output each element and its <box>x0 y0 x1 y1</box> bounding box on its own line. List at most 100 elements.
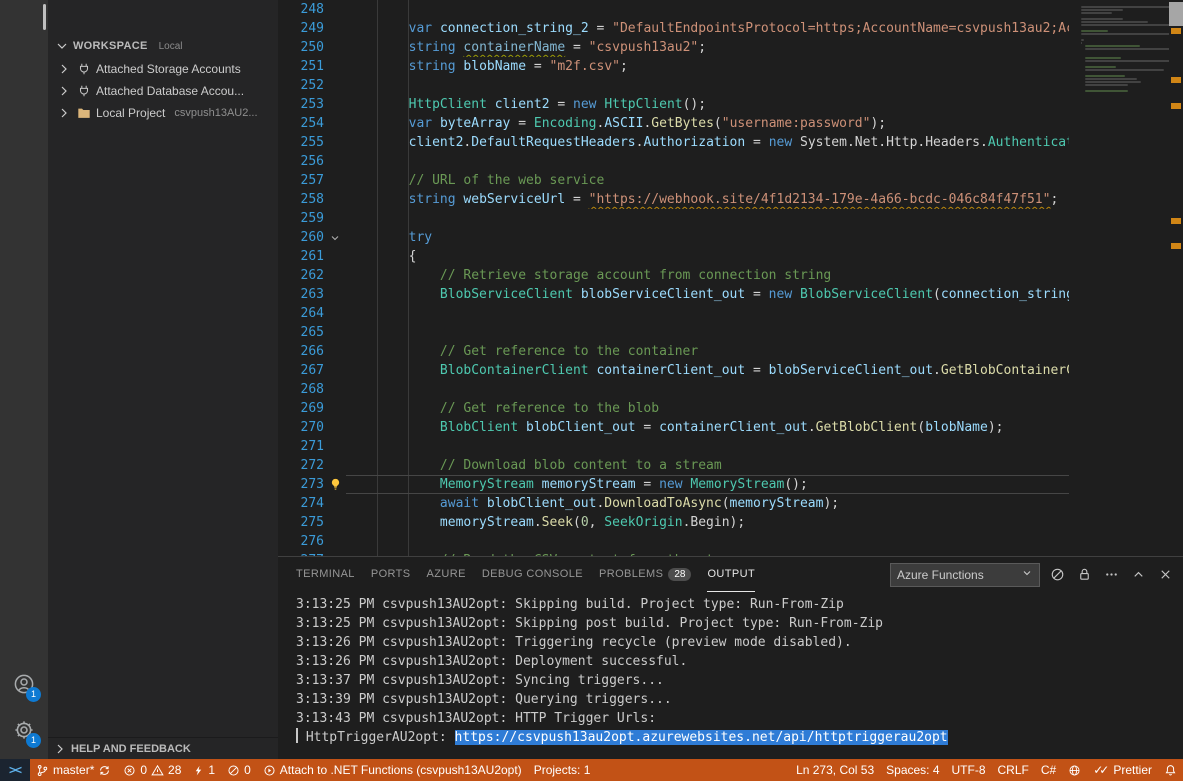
line-number[interactable]: 274 <box>278 494 324 513</box>
line-number[interactable]: 249 <box>278 19 324 38</box>
code-text[interactable] <box>346 532 1069 551</box>
more-actions-icon[interactable] <box>1101 565 1121 585</box>
code-text[interactable]: string containerName = "csvpush13au2"; <box>346 38 1069 57</box>
output-channel-select[interactable]: Azure Functions <box>890 563 1040 587</box>
sidebar-item-attached-storage-accounts[interactable]: Attached Storage Accounts <box>48 58 278 80</box>
code-text[interactable] <box>346 76 1069 95</box>
code-text[interactable]: client2.DefaultRequestHeaders.Authorizat… <box>346 133 1069 152</box>
eol-status[interactable]: CRLF <box>992 759 1035 781</box>
lightbulb-icon[interactable] <box>324 475 346 494</box>
fold-icon[interactable] <box>324 228 346 247</box>
code-text[interactable]: string blobName = "m2f.csv"; <box>346 57 1069 76</box>
line-number[interactable]: 262 <box>278 266 324 285</box>
line-number[interactable]: 253 <box>278 95 324 114</box>
functions-status[interactable]: 1 <box>187 759 221 781</box>
code-text[interactable]: BlobContainerClient containerClient_out … <box>346 361 1069 380</box>
help-feedback-section[interactable]: HELP AND FEEDBACK <box>48 737 278 759</box>
panel-tab-ports[interactable]: PORTS <box>371 557 411 592</box>
line-number[interactable]: 276 <box>278 532 324 551</box>
code-text[interactable]: // Download blob content to a stream <box>346 456 1069 475</box>
code-text[interactable]: // Get reference to the blob <box>346 399 1069 418</box>
attach-debugger-status[interactable]: Attach to .NET Functions (csvpush13AU2op… <box>257 759 528 781</box>
line-number[interactable]: 265 <box>278 323 324 342</box>
panel-tab-problems[interactable]: PROBLEMS28 <box>599 557 691 592</box>
prettier-status[interactable]: ✓✓ Prettier <box>1087 759 1158 781</box>
line-number[interactable]: 268 <box>278 380 324 399</box>
line-number[interactable]: 264 <box>278 304 324 323</box>
panel-tab-debug-console[interactable]: DEBUG CONSOLE <box>482 557 583 592</box>
language-status[interactable]: C# <box>1035 759 1062 781</box>
indentation-status[interactable]: Spaces: 4 <box>880 759 945 781</box>
code-text[interactable]: var byteArray = Encoding.ASCII.GetBytes(… <box>346 114 1069 133</box>
code-text[interactable]: memoryStream.Seek(0, SeekOrigin.Begin); <box>346 513 1069 532</box>
line-number[interactable]: 261 <box>278 247 324 266</box>
remote-indicator[interactable]: >< <box>0 759 30 781</box>
code-text[interactable]: // Read the CSV content from the stream <box>346 551 1069 556</box>
line-number[interactable]: 251 <box>278 57 324 76</box>
sidebar-item-local-project[interactable]: Local Projectcsvpush13AU2... <box>48 102 278 124</box>
code-text[interactable] <box>346 0 1069 19</box>
line-number[interactable]: 275 <box>278 513 324 532</box>
line-number[interactable]: 260 <box>278 228 324 247</box>
code-text[interactable]: await blobClient_out.DownloadToAsync(mem… <box>346 494 1069 513</box>
code-text[interactable] <box>346 323 1069 342</box>
code-editor[interactable]: 248249 var connection_string_2 = "Defaul… <box>278 0 1183 556</box>
sidebar-item-attached-database-accou[interactable]: Attached Database Accou... <box>48 80 278 102</box>
line-number[interactable]: 248 <box>278 0 324 19</box>
accounts-button[interactable]: 1 <box>0 661 48 707</box>
scrollbar-thumb[interactable] <box>1169 2 1183 26</box>
notifications-status[interactable] <box>1158 759 1183 781</box>
close-panel-icon[interactable] <box>1155 565 1175 585</box>
code-text[interactable]: var connection_string_2 = "DefaultEndpoi… <box>346 19 1069 38</box>
blocked-status[interactable]: 0 <box>221 759 257 781</box>
line-number[interactable]: 259 <box>278 209 324 228</box>
minimap[interactable] <box>1069 0 1169 556</box>
panel-tab-terminal[interactable]: TERMINAL <box>296 557 355 592</box>
code-text[interactable]: string webServiceUrl = "https://webhook.… <box>346 190 1069 209</box>
code-text[interactable]: // Retrieve storage account from connect… <box>346 266 1069 285</box>
overview-ruler[interactable] <box>1169 0 1183 556</box>
line-number[interactable]: 272 <box>278 456 324 475</box>
line-number[interactable]: 258 <box>278 190 324 209</box>
line-number[interactable]: 256 <box>278 152 324 171</box>
feedback-status[interactable] <box>1062 759 1087 781</box>
code-text[interactable] <box>346 437 1069 456</box>
code-text[interactable]: { <box>346 247 1069 266</box>
code-text[interactable]: HttpClient client2 = new HttpClient(); <box>346 95 1069 114</box>
workspace-section-header[interactable]: WORKSPACE Local <box>48 34 278 58</box>
line-number[interactable]: 254 <box>278 114 324 133</box>
line-number[interactable]: 277 <box>278 551 324 556</box>
problems-status[interactable]: 0 28 <box>117 759 187 781</box>
selected-trigger-url[interactable]: https://csvpush13au2opt.azurewebsites.ne… <box>455 730 948 745</box>
line-number[interactable]: 250 <box>278 38 324 57</box>
code-text[interactable]: // Get reference to the container <box>346 342 1069 361</box>
line-number[interactable]: 273 <box>278 475 324 494</box>
line-number[interactable]: 266 <box>278 342 324 361</box>
maximize-panel-icon[interactable] <box>1128 565 1148 585</box>
line-number[interactable]: 271 <box>278 437 324 456</box>
line-number[interactable]: 269 <box>278 399 324 418</box>
code-text[interactable] <box>346 380 1069 399</box>
code-area[interactable]: 248249 var connection_string_2 = "Defaul… <box>278 0 1069 556</box>
code-text[interactable] <box>346 152 1069 171</box>
line-number[interactable]: 257 <box>278 171 324 190</box>
code-text[interactable] <box>346 304 1069 323</box>
encoding-status[interactable]: UTF-8 <box>946 759 992 781</box>
output-log[interactable]: 3:13:25 PM csvpush13AU2opt: Skipping bui… <box>278 592 1183 759</box>
panel-tab-azure[interactable]: AZURE <box>427 557 466 592</box>
clear-output-icon[interactable] <box>1047 565 1067 585</box>
line-number[interactable]: 255 <box>278 133 324 152</box>
line-number[interactable]: 267 <box>278 361 324 380</box>
code-text[interactable]: // URL of the web service <box>346 171 1069 190</box>
settings-button[interactable]: 1 <box>0 707 48 753</box>
lock-icon[interactable] <box>1074 565 1094 585</box>
code-text[interactable]: MemoryStream memoryStream = new MemorySt… <box>346 475 1069 494</box>
line-number[interactable]: 252 <box>278 76 324 95</box>
code-text[interactable] <box>346 209 1069 228</box>
panel-tab-output[interactable]: OUTPUT <box>707 557 755 592</box>
line-number[interactable]: 263 <box>278 285 324 304</box>
git-branch-status[interactable]: master* <box>30 759 117 781</box>
projects-status[interactable]: Projects: 1 <box>528 759 597 781</box>
code-text[interactable]: BlobClient blobClient_out = containerCli… <box>346 418 1069 437</box>
code-text[interactable]: BlobServiceClient blobServiceClient_out … <box>346 285 1069 304</box>
